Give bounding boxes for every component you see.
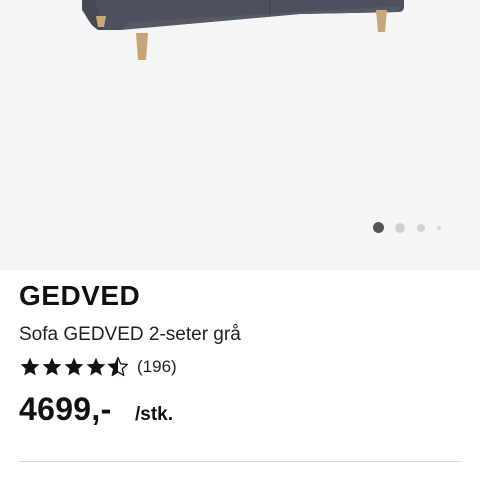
review-count[interactable]: (196)	[137, 357, 177, 377]
carousel-dot-1[interactable]	[373, 222, 384, 233]
star-half-icon	[108, 357, 128, 377]
price-unit: /stk.	[135, 404, 174, 425]
star-icon	[20, 357, 40, 376]
product-description: Sofa GEDVED 2-seter grå	[19, 324, 241, 345]
star-icon	[86, 357, 106, 376]
product-price: 4699,-	[19, 391, 112, 427]
star-icon	[64, 357, 84, 376]
product-brand: GEDVED	[19, 280, 141, 311]
carousel-indicators	[373, 222, 453, 233]
carousel-dot-2[interactable]	[395, 222, 405, 233]
product-rating[interactable]: (196)	[19, 356, 177, 378]
divider	[19, 461, 462, 462]
carousel-dot-4[interactable]	[437, 225, 441, 230]
carousel-dot-3[interactable]	[417, 223, 425, 232]
star-icon	[42, 357, 62, 376]
product-image-gallery[interactable]	[0, 0, 480, 270]
rating-stars	[19, 356, 129, 378]
